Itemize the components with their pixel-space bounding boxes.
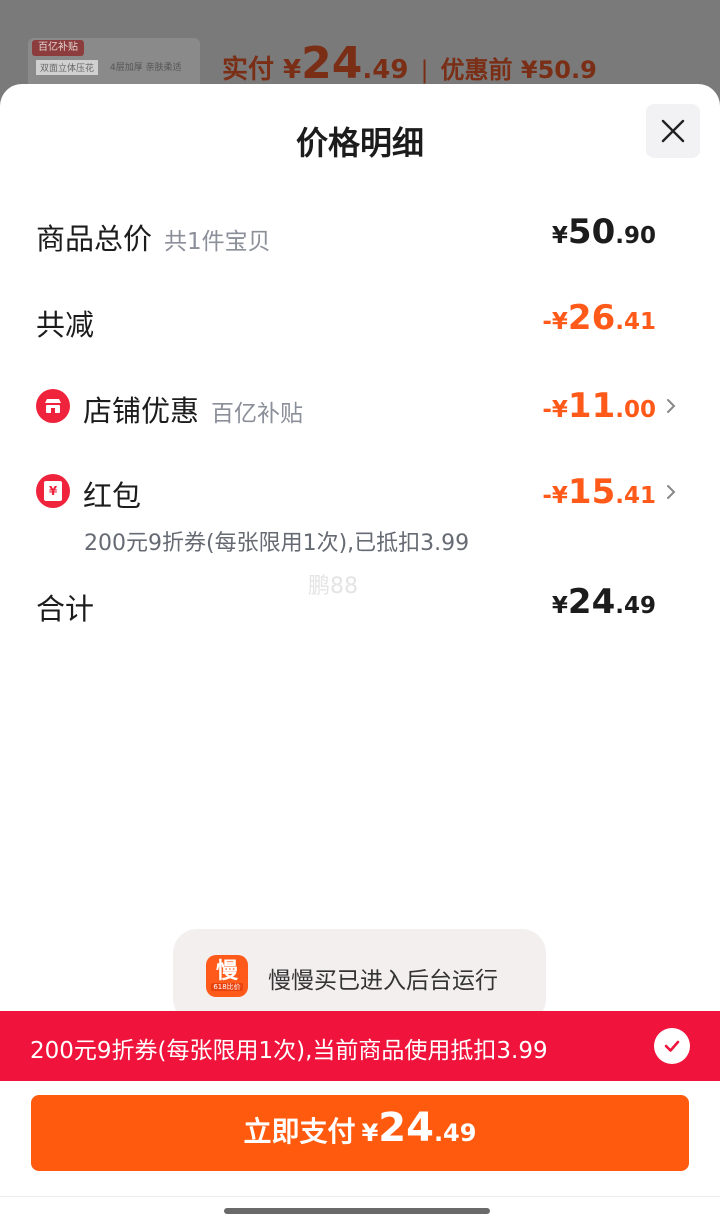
app-icon: 慢 618比价 <box>206 955 248 997</box>
pay-button-label: 立即支付 <box>243 1115 356 1148</box>
shop-discount-sub: 百亿补贴 <box>211 401 304 427</box>
coupon-banner-text: 200元9折券(每张限用1次),当前商品使用抵扣3.99 <box>30 1038 548 1064</box>
pay-now-button[interactable]: 立即支付 ¥ 24 .49 <box>31 1095 689 1171</box>
background-toast: 慢 618比价 慢慢买已进入后台运行 <box>173 929 546 1023</box>
total-price-label: 商品总价 <box>36 222 153 256</box>
pay-int: 24 <box>301 38 363 89</box>
app-icon-sub: 618比价 <box>211 983 243 991</box>
red-packet-symbol: ¥ <box>44 481 62 501</box>
close-icon <box>661 119 685 143</box>
price-detail-sheet: 价格明细 商品总价 共1件宝贝 ¥50.90 共减 -¥ 26.41 店铺优惠 百亿补… <box>0 84 720 1227</box>
total-price-amount: ¥50.90 <box>552 212 656 252</box>
pre-discount-price: 优惠前 ¥50.9 <box>440 56 597 84</box>
home-indicator[interactable] <box>224 1208 490 1214</box>
total-reduce-label: 共减 <box>36 308 95 342</box>
pay-label: 实付 ¥ <box>222 55 302 85</box>
coupon-check[interactable] <box>654 1028 690 1064</box>
red-packet-amount[interactable]: -¥ 15.41 <box>542 472 656 512</box>
red-packet-icon: ¥ <box>36 474 70 508</box>
amount-dec: .49 <box>615 593 656 619</box>
amount-int: 15 <box>567 472 616 512</box>
amount-dec: .00 <box>615 397 656 423</box>
total-price-row: 商品总价 共1件宝贝 <box>36 216 271 258</box>
amount-dec: .41 <box>615 483 656 509</box>
currency-symbol: ¥ <box>551 593 568 619</box>
amount-int: 24 <box>378 1105 434 1151</box>
red-packet-label[interactable]: 红包 <box>83 473 141 515</box>
amount-int: 50 <box>567 212 616 252</box>
sum-label: 合计 <box>36 592 95 626</box>
chevron-right-icon[interactable] <box>662 483 680 501</box>
currency-symbol: -¥ <box>542 309 568 335</box>
shop-icon <box>36 389 70 423</box>
shop-discount-row[interactable]: 店铺优惠 百亿补贴 <box>83 388 303 430</box>
amount-dec: .41 <box>615 309 656 335</box>
thumb-text: 4层加厚 亲肤柔适 <box>110 63 182 73</box>
red-packet-note: 200元9折券(每张限用1次),已抵扣3.99 <box>84 531 470 556</box>
item-count: 共1件宝贝 <box>164 229 271 255</box>
shop-discount-amount[interactable]: -¥ 11.00 <box>542 386 656 426</box>
app-icon-char: 慢 <box>215 959 238 984</box>
pay-dec: .49 <box>362 55 409 85</box>
sum-amount: ¥24.49 <box>552 582 656 622</box>
amount-int: 26 <box>567 298 616 338</box>
chevron-right-icon[interactable] <box>662 397 680 415</box>
toast-message: 慢慢买已进入后台运行 <box>268 968 498 994</box>
amount-int: 11 <box>567 386 616 426</box>
currency-symbol: ¥ <box>361 1119 379 1147</box>
check-icon <box>664 1040 680 1052</box>
total-reduce-amount: -¥ 26.41 <box>542 298 656 338</box>
currency-symbol: -¥ <box>542 483 568 509</box>
currency-symbol: -¥ <box>542 397 568 423</box>
thumb-text: 双面立体压花 <box>36 60 99 75</box>
currency-symbol: ¥ <box>551 223 568 249</box>
amount-dec: .49 <box>433 1119 477 1147</box>
amount-dec: .90 <box>615 223 656 249</box>
coupon-banner[interactable]: 200元9折券(每张限用1次),当前商品使用抵扣3.99 <box>0 1011 720 1081</box>
amount-int: 24 <box>567 582 616 622</box>
separator: | <box>420 56 429 84</box>
thumb-tag: 百亿补贴 <box>32 40 84 56</box>
close-button[interactable] <box>646 104 700 158</box>
divider <box>0 1196 720 1197</box>
sheet-title: 价格明细 <box>295 124 424 162</box>
shop-discount-label: 店铺优惠 <box>83 394 200 428</box>
watermark: 鹏88 <box>308 574 358 599</box>
